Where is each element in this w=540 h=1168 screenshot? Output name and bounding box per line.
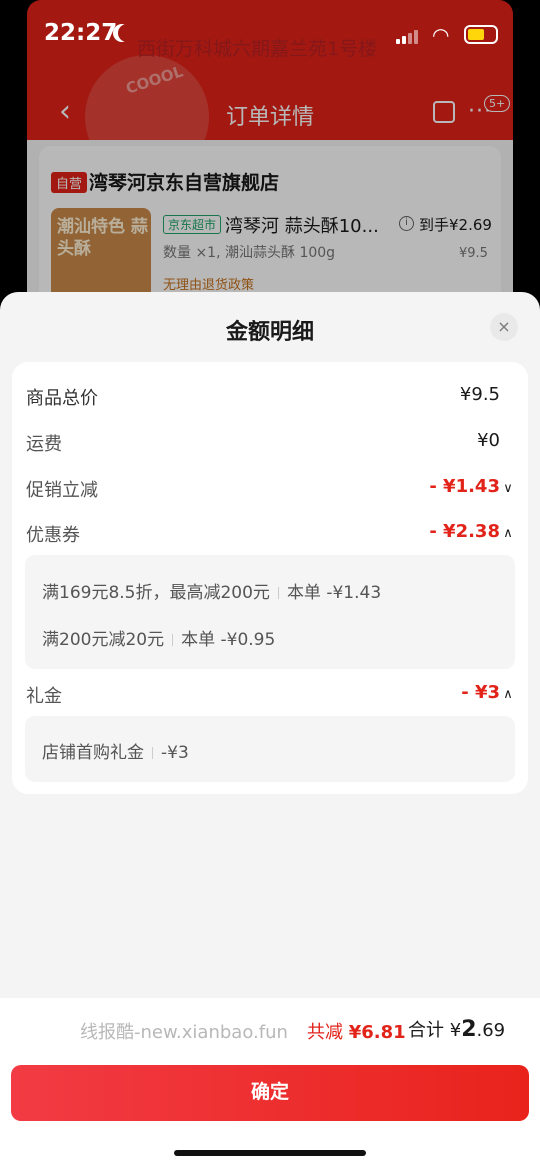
amount-detail-card: 商品总价 ¥9.5 运费 ¥0 促销立减 - ¥1.43 ∨ 优惠券 - ¥2.… [12, 362, 528, 794]
total-reduce: 共减 ¥6.81 [307, 1018, 406, 1044]
watermark-text: 线报酷-new.xianbao.fun [80, 1022, 288, 1043]
status-bar: 22:27 ◠ [0, 0, 540, 60]
chevron-up-icon[interactable]: ∧ [500, 684, 516, 706]
shipping-value: ¥0 [477, 430, 500, 451]
total-reduce-label: 共减 [307, 1022, 343, 1043]
promo-value: - ¥1.43 [429, 476, 500, 497]
coupon-label: 优惠券 [26, 525, 80, 546]
total-sum: 合计 ¥2.69 [408, 1016, 505, 1042]
gift-detail-desc: 店铺首购礼金 [42, 743, 144, 763]
goods-total-value: ¥9.5 [459, 384, 500, 405]
confirm-button[interactable]: 确定 [11, 1065, 529, 1121]
total-reduce-value: ¥6.81 [348, 1022, 406, 1043]
coupon-detail-amount: 本单 -¥0.95 [181, 630, 276, 650]
total-decimal: .69 [476, 1020, 506, 1041]
total-currency: ¥ [449, 1020, 462, 1041]
divider [277, 587, 279, 599]
sheet-title: 金额明细 [225, 320, 314, 345]
divider [152, 747, 153, 759]
status-time: 22:27 [44, 20, 118, 46]
coupon-detail-box: 满169元8.5折，最高减200元 本单 -¥1.43 满200元减20元 本单 -… [25, 555, 515, 669]
total-label: 合计 [408, 1020, 444, 1041]
coupon-detail-item: 满200元减20元 本单 -¥0.95 [42, 625, 275, 650]
gift-detail-box: 店铺首购礼金 -¥3 [25, 716, 515, 782]
coupon-detail-desc: 满169元8.5折，最高减200元 [42, 583, 270, 603]
coupon-row[interactable]: 优惠券 - ¥2.38 ∧ [12, 519, 528, 549]
coupon-detail-desc: 满200元减20元 [42, 630, 165, 650]
promo-row[interactable]: 促销立减 - ¥1.43 ∨ [12, 474, 528, 504]
goods-total-label: 商品总价 [26, 388, 98, 409]
moon-icon [118, 24, 136, 42]
close-icon[interactable]: × [490, 313, 518, 341]
gift-detail-item: 店铺首购礼金 -¥3 [42, 738, 189, 763]
wifi-icon: ◠ [432, 23, 450, 47]
chevron-up-icon[interactable]: ∧ [500, 523, 516, 545]
total-integer: 2 [461, 1017, 477, 1042]
shipping-label: 运费 [26, 434, 62, 455]
promo-label: 促销立减 [26, 480, 98, 501]
gift-value: - ¥3 [461, 682, 500, 703]
signal-icon [396, 28, 422, 44]
coupon-value: - ¥2.38 [429, 521, 500, 542]
gift-row[interactable]: 礼金 - ¥3 ∧ [12, 680, 528, 710]
divider [172, 634, 174, 646]
gift-detail-amount: -¥3 [161, 743, 189, 763]
battery-icon [464, 25, 498, 44]
footer-bar: 线报酷-new.xianbao.fun 共减 ¥6.81 合计 ¥2.69 确定 [0, 998, 540, 1168]
coupon-detail-amount: 本单 -¥1.43 [286, 583, 382, 603]
shipping-row: 运费 ¥0 [12, 428, 528, 458]
goods-total-row: 商品总价 ¥9.5 [12, 382, 528, 412]
coupon-detail-item: 满169元8.5折，最高减200元 本单 -¥1.43 [42, 578, 381, 603]
chevron-down-icon[interactable]: ∨ [500, 478, 516, 500]
home-indicator [174, 1150, 366, 1156]
gift-label: 礼金 [26, 686, 62, 707]
